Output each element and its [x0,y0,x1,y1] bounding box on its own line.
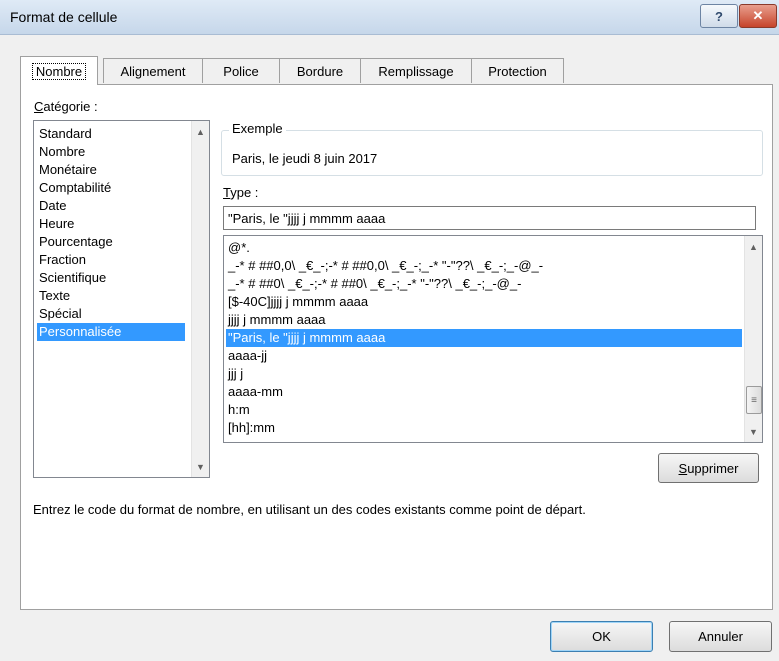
tab-bordure[interactable]: Bordure [279,58,361,83]
tab-nombre[interactable]: Nombre [20,56,98,85]
format-item[interactable]: _-* # ##0,0\ _€_-;-* # ##0,0\ _€_-;_-* "… [226,257,742,275]
cancel-button[interactable]: Annuler [669,621,772,652]
category-scrollbar[interactable]: ▲ ▼ [191,121,209,477]
format-item[interactable]: [hh]:mm [226,419,742,437]
category-item-nombre[interactable]: Nombre [37,143,185,161]
format-list[interactable]: @*. _-* # ##0,0\ _€_-;-* # ##0,0\ _€_-;_… [223,235,763,443]
category-item-heure[interactable]: Heure [37,215,185,233]
window-title: Format de cellule [10,9,118,25]
format-item[interactable]: [$-40C]jjjj j mmmm aaaa [226,293,742,311]
scroll-down-icon[interactable]: ▼ [745,423,762,440]
category-item-scientifique[interactable]: Scientifique [37,269,185,287]
scroll-up-icon[interactable]: ▲ [745,238,762,255]
format-item[interactable]: jjjj j mmmm aaaa [226,311,742,329]
tab-label: Nombre [31,62,87,80]
scroll-up-icon[interactable]: ▲ [192,123,209,140]
format-item[interactable]: aaaa-mm [226,383,742,401]
category-item-pourcentage[interactable]: Pourcentage [37,233,185,251]
delete-button[interactable]: Supprimer [658,453,759,483]
format-item-selected[interactable]: "Paris, le "jjjj j mmmm aaaa [226,329,742,347]
category-item-fraction[interactable]: Fraction [37,251,185,269]
type-label-text: ype : [230,185,259,200]
type-label: Type : [223,185,258,200]
category-item-date[interactable]: Date [37,197,185,215]
scroll-thumb[interactable]: ≡ [746,386,762,414]
format-scrollbar[interactable]: ▲ ≡ ▼ [744,236,762,442]
category-accel: C [34,99,44,114]
type-input[interactable]: "Paris, le "jjjj j mmmm aaaa [223,206,756,230]
delete-accel: S [678,460,688,476]
tab-alignement[interactable]: Alignement [103,58,203,83]
category-item-special[interactable]: Spécial [37,305,185,323]
tab-police[interactable]: Police [202,58,280,83]
close-button[interactable]: ✕ [739,4,777,28]
help-button[interactable]: ? [700,4,738,28]
category-item-personnalisee[interactable]: Personnalisée [37,323,185,341]
category-label: Catégorie : [34,99,98,114]
tab-remplissage[interactable]: Remplissage [360,58,472,83]
category-item-texte[interactable]: Texte [37,287,185,305]
format-item[interactable]: @*. [226,239,742,257]
hint-text: Entrez le code du format de nombre, en u… [33,502,586,517]
format-item[interactable]: aaaa-jj [226,347,742,365]
tab-protection[interactable]: Protection [471,58,564,83]
ok-button[interactable]: OK [550,621,653,652]
scroll-down-icon[interactable]: ▼ [192,458,209,475]
category-label-text: atégorie : [43,99,98,114]
category-item-standard[interactable]: Standard [37,125,185,143]
title-bar: Format de cellule ? ✕ [0,0,779,35]
category-list[interactable]: Standard Nombre Monétaire Comptabilité D… [33,120,210,478]
category-item-comptabilite[interactable]: Comptabilité [37,179,185,197]
format-item[interactable]: jjj j [226,365,742,383]
example-label: Exemple [229,121,286,136]
category-item-monetaire[interactable]: Monétaire [37,161,185,179]
delete-label: upprimer [687,460,739,476]
format-item[interactable]: _-* # ##0\ _€_-;-* # ##0\ _€_-;_-* "-"??… [226,275,742,293]
example-value: Paris, le jeudi 8 juin 2017 [232,151,378,166]
format-item[interactable]: h:m [226,401,742,419]
